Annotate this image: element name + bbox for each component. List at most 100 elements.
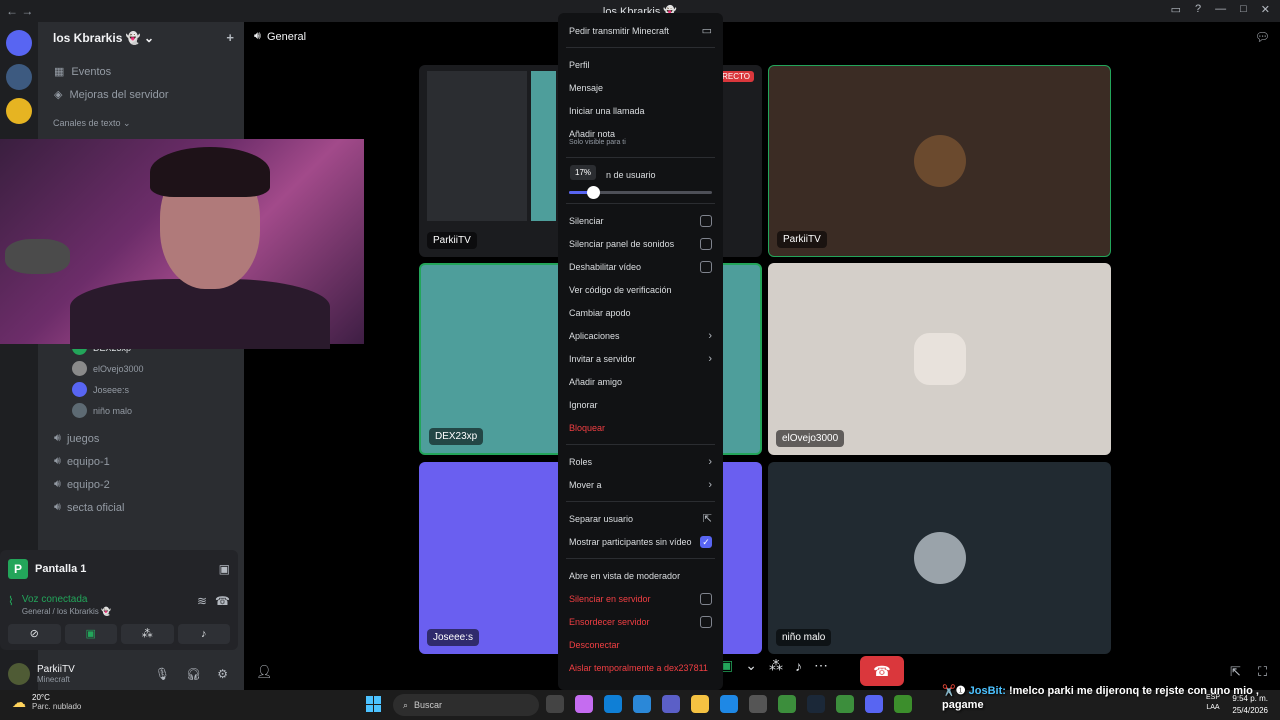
- menu-item-disconnect[interactable]: Desconectar: [566, 633, 715, 656]
- voice-channel-equipo-1[interactable]: 🔊︎ equipo-1: [38, 450, 244, 473]
- menu-item-timeout[interactable]: Aislar temporalmente a dex237811: [566, 656, 715, 679]
- slider-handle[interactable]: [587, 186, 601, 199]
- server-icon[interactable]: [6, 98, 32, 124]
- menu-item-verify-code[interactable]: Ver código de verificación: [566, 278, 715, 301]
- screen-share-button[interactable]: ▣: [64, 624, 117, 644]
- help-icon[interactable]: ?: [1195, 3, 1201, 16]
- chevron-down-icon[interactable]: ⌄: [745, 657, 757, 674]
- maximize-icon[interactable]: □: [1240, 3, 1247, 16]
- task-view-icon[interactable]: [546, 695, 564, 713]
- menu-item-add-note[interactable]: Añadir nota Solo visible para ti: [566, 122, 715, 152]
- menu-item-server-deafen[interactable]: Ensordecer servidor: [566, 610, 715, 633]
- checkbox[interactable]: [700, 615, 712, 628]
- voice-channel-juegos[interactable]: 🔊︎ juegos: [38, 427, 244, 450]
- menu-item-disable-video[interactable]: Deshabilitar vídeo: [566, 255, 715, 278]
- discord-home-icon[interactable]: [6, 30, 32, 56]
- teams-icon[interactable]: [662, 695, 680, 713]
- notepad-icon[interactable]: [720, 695, 738, 713]
- minecraft-icon[interactable]: [894, 695, 912, 713]
- menu-item-moderator-view[interactable]: Abre en vista de moderador: [566, 564, 715, 587]
- activities-button[interactable]: ⁂: [121, 624, 174, 644]
- noise-suppression-icon[interactable]: ≋: [197, 594, 207, 616]
- stage-header: 🔊︎ General: [254, 30, 306, 43]
- discord-icon[interactable]: [865, 695, 883, 713]
- settings-gear-icon[interactable]: ⚙: [217, 667, 228, 681]
- soundboard-icon[interactable]: ♪: [795, 658, 802, 674]
- edge-icon[interactable]: [604, 695, 622, 713]
- add-member-icon[interactable]: +: [226, 30, 234, 45]
- menu-item-separate-user[interactable]: Separar usuario ⇱: [566, 507, 715, 530]
- menu-item-call[interactable]: Iniciar una llamada: [566, 99, 715, 122]
- checkbox[interactable]: [700, 214, 712, 227]
- menu-item-apps[interactable]: Aplicaciones ›: [566, 324, 715, 347]
- menu-item-add-friend[interactable]: Añadir amigo: [566, 370, 715, 393]
- checkbox-checked[interactable]: ✓: [700, 535, 712, 548]
- disconnect-icon[interactable]: ☎: [215, 594, 230, 616]
- hang-up-button[interactable]: ☎: [860, 656, 904, 686]
- copilot-icon[interactable]: [575, 695, 593, 713]
- checkbox[interactable]: [700, 237, 712, 250]
- windows-start-icon[interactable]: [366, 696, 382, 712]
- voice-channel-secta-oficial[interactable]: 🔊︎ secta oficial: [38, 496, 244, 519]
- voice-user[interactable]: niño malo: [38, 400, 244, 421]
- menu-item-server-mute[interactable]: Silenciar en servidor: [566, 587, 715, 610]
- chat-icon[interactable]: 💬︎: [1255, 30, 1270, 44]
- call-stage: 🔊︎ General 💬︎: [244, 22, 1280, 690]
- user-controls: 🎙︎ 🎧︎ ⚙: [155, 667, 228, 681]
- category-text-channels[interactable]: Canales de texto ⌄: [38, 114, 244, 132]
- soundboard-button[interactable]: ♪: [177, 624, 230, 644]
- menu-item-mute[interactable]: Silenciar: [566, 209, 715, 232]
- microphone-icon[interactable]: 🎙︎: [155, 667, 170, 681]
- menu-item-block[interactable]: Bloquear: [566, 416, 715, 439]
- avatar[interactable]: [8, 663, 30, 685]
- divider: [566, 47, 715, 48]
- taskbar-search[interactable]: ⌕ Buscar: [393, 694, 539, 716]
- camera-button[interactable]: ⊘: [8, 624, 61, 644]
- menu-item-invite[interactable]: Invitar a servidor ›: [566, 347, 715, 370]
- stop-stream-icon[interactable]: ▣: [219, 562, 230, 576]
- menu-item-roles[interactable]: Roles ›: [566, 450, 715, 473]
- sidebar-item-events[interactable]: ▦ Eventos: [38, 60, 244, 83]
- voice-channel-equipo-2[interactable]: 🔊︎ equipo-2: [38, 473, 244, 496]
- cloud-sun-icon: ☁: [12, 693, 26, 710]
- server-header[interactable]: los Kbrarkis 👻 ⌄ +: [38, 22, 244, 54]
- menu-item-ignore[interactable]: Ignorar: [566, 393, 715, 416]
- divider: [566, 157, 715, 158]
- minimize-icon[interactable]: —: [1215, 3, 1226, 16]
- server-name: los Kbrarkis 👻: [53, 31, 141, 45]
- activities-icon[interactable]: ⁂: [769, 657, 783, 674]
- menu-item-profile[interactable]: Perfil: [566, 53, 715, 76]
- voice-user[interactable]: Joseee:s: [38, 379, 244, 400]
- more-icon[interactable]: ⋯: [814, 657, 828, 674]
- back-arrow-icon[interactable]: ← →: [6, 4, 33, 18]
- steam-icon[interactable]: [807, 695, 825, 713]
- popout-icon[interactable]: ⇱: [1230, 664, 1241, 680]
- chrome-icon[interactable]: [836, 695, 854, 713]
- folder-icon[interactable]: [691, 695, 709, 713]
- volume-slider[interactable]: [569, 186, 712, 199]
- video-tile[interactable]: niño malo: [768, 462, 1111, 654]
- inbox-icon[interactable]: ▭: [1171, 3, 1181, 16]
- video-tile[interactable]: ParkiiTV: [768, 65, 1111, 257]
- menu-item-stream-request[interactable]: Pedir transmitir Minecraft ▭: [566, 19, 715, 42]
- sidebar-item-boosts[interactable]: ◈ Mejoras del servidor: [38, 83, 244, 106]
- menu-item-message[interactable]: Mensaje: [566, 76, 715, 99]
- video-tile[interactable]: elOvejo3000: [768, 263, 1111, 455]
- server-icon[interactable]: [6, 64, 32, 90]
- menu-item-mute-soundboard[interactable]: Silenciar panel de sonidos: [566, 232, 715, 255]
- menu-item-show-no-video[interactable]: Mostrar participantes sin vídeo ✓: [566, 530, 715, 553]
- menu-item-move-to[interactable]: Mover a ›: [566, 473, 715, 496]
- checkbox[interactable]: [700, 260, 712, 273]
- fullscreen-icon[interactable]: ⛶: [1258, 664, 1267, 680]
- menu-item-change-nick[interactable]: Cambiar apodo: [566, 301, 715, 324]
- voice-user[interactable]: elOvejo3000: [38, 358, 244, 379]
- invite-icon[interactable]: 👤︎: [256, 664, 273, 680]
- headphones-icon[interactable]: 🎧︎: [186, 667, 201, 681]
- store-icon[interactable]: [633, 695, 651, 713]
- close-icon[interactable]: ✕: [1261, 3, 1270, 16]
- weather-widget[interactable]: ☁ 20°C Parc. nublado: [12, 693, 81, 711]
- voice-connected-label[interactable]: Voz conectada: [22, 594, 111, 605]
- chrome-icon[interactable]: [778, 695, 796, 713]
- app-icon[interactable]: [749, 695, 767, 713]
- checkbox[interactable]: [700, 592, 712, 605]
